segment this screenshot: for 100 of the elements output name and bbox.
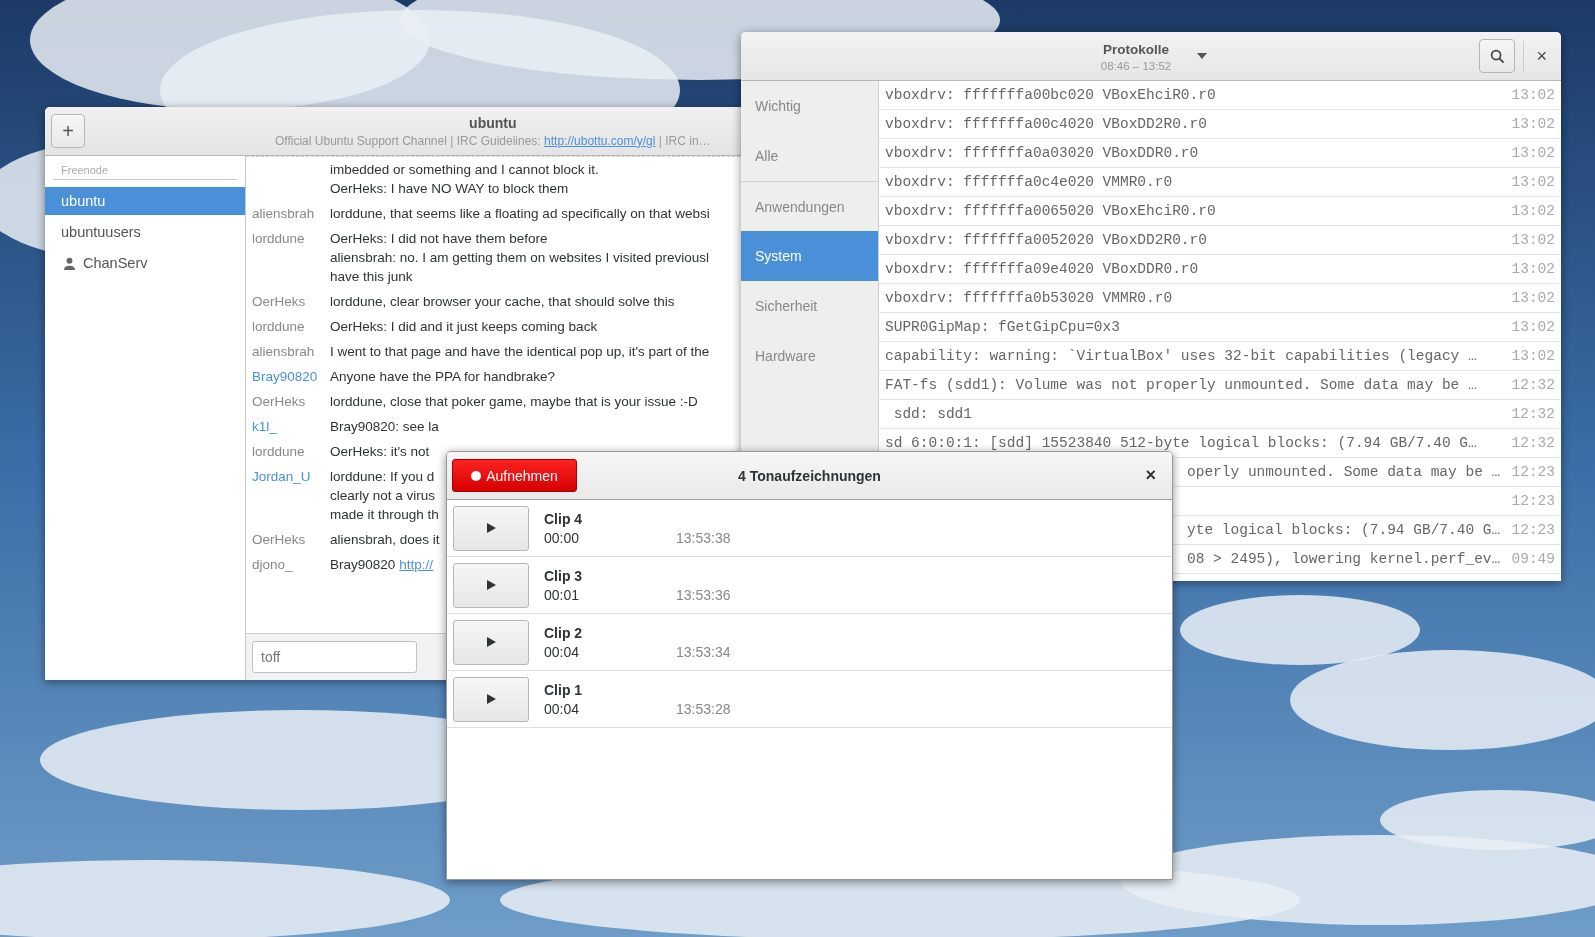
log-time: 13:02 <box>1511 319 1555 335</box>
log-time: 13:02 <box>1511 290 1555 306</box>
category-item[interactable]: Wichtig <box>741 81 878 131</box>
log-message: FAT-fs (sdd1): Volume was not properly unmounted. Some data may be … <box>885 377 1477 393</box>
window-title: Protokolle <box>1103 42 1169 57</box>
message-field[interactable]: toff <box>252 641 417 673</box>
play-icon <box>486 694 496 704</box>
nickname: lorddune <box>252 444 305 459</box>
play-button[interactable] <box>453 676 529 722</box>
log-message: SUPR0GipMap: fGetGipCpu=0x3 <box>885 319 1120 335</box>
category-item[interactable]: Hardware <box>741 331 878 381</box>
message-text: lorddune, that seems like a floating ad specifically on that websi <box>330 205 710 223</box>
window-title: ubuntu <box>469 114 517 131</box>
message-text: lorddune, close that poker game, maybe that is your issue :-D <box>330 393 698 411</box>
log-time: 13:02 <box>1511 348 1555 364</box>
clip-name: Clip 1 <box>544 681 584 698</box>
nickname: aliensbrah <box>252 344 315 359</box>
clip-duration: 00:04 <box>544 643 581 660</box>
log-time: 13:02 <box>1511 87 1555 103</box>
message-text: I went to that page and have the identical pop up, it's part of the <box>330 343 710 361</box>
nickname: OerHeks <box>252 294 306 309</box>
log-time: 13:02 <box>1511 203 1555 219</box>
clip-name: Clip 4 <box>544 510 584 527</box>
close-button[interactable]: × <box>1532 45 1551 67</box>
log-message: vboxdrv: fffffffa0052020 VBoxDD2R0.r0 <box>885 232 1207 248</box>
log-message: vboxdrv: fffffffa00c4020 VBoxDD2R0.r0 <box>885 116 1207 132</box>
log-message: vboxdrv: fffffffa09e4020 VBoxDDR0.r0 <box>885 261 1199 277</box>
nickname: k1l_ <box>252 419 277 434</box>
clip-time: 13:53:28 <box>676 700 731 717</box>
message-text: Bray90820: see la <box>330 418 439 436</box>
category-item[interactable]: Alle <box>741 131 878 181</box>
message-text: Bray90820 http:// <box>330 556 434 574</box>
message-text: OerHeks: I did not have them before <box>330 230 549 248</box>
message-text: OerHeks: I have NO WAY to block them <box>330 180 570 198</box>
log-message: capability: warning: `VirtualBox' uses 32-bit capabilities (legacy … <box>885 348 1477 364</box>
message-text: made it through th <box>330 506 439 524</box>
log-message: sd 6:0:0:1: [sdd] 15523840 512-byte logical blocks: (7.94 GB/7.40 G… <box>885 435 1477 451</box>
log-time: 12:23 <box>1511 493 1555 509</box>
log-message: sdd: sdd1 <box>892 406 972 422</box>
log-time: 13:02 <box>1511 116 1555 132</box>
nickname: Jordan_U <box>252 469 311 484</box>
log-time: 12:23 <box>1511 522 1555 538</box>
nickname: Bray90820 <box>252 369 318 384</box>
play-button[interactable] <box>453 562 529 608</box>
clip-time: 13:53:34 <box>676 643 731 660</box>
clip-name: Clip 2 <box>544 624 584 641</box>
message-text: aliensbrah: no. I am getting them on websites I visited previousl <box>330 249 709 267</box>
nickname: aliensbrah <box>252 206 315 221</box>
clip-time: 13:53:36 <box>676 586 731 603</box>
nickname: OerHeks <box>252 394 306 409</box>
nickname: djono_ <box>252 557 293 572</box>
log-message: vboxdrv: fffffffa0a03020 VBoxDDR0.r0 <box>885 145 1199 161</box>
clip-duration: 00:04 <box>544 700 581 717</box>
log-time: 12:23 <box>1511 464 1555 480</box>
play-button[interactable] <box>453 619 529 665</box>
link[interactable]: http://ubottu.com/y/gl <box>544 133 656 148</box>
channel-item[interactable]: ubuntu <box>45 187 245 215</box>
message-text: OerHeks: it's not <box>330 443 430 461</box>
log-time: 12:32 <box>1511 377 1555 393</box>
clip-duration: 00:00 <box>544 529 581 546</box>
message-text: imbedded or something and I cannot block it. <box>330 161 599 179</box>
channel-item[interactable]: ubuntuusers <box>45 218 245 246</box>
log-message: yte logical blocks: (7.94 GB/7.40 G… <box>1187 522 1501 538</box>
search-button[interactable] <box>1479 39 1516 73</box>
log-message: vboxdrv: fffffffa0c4e020 VMMR0.r0 <box>885 174 1173 190</box>
link[interactable]: http:// <box>399 557 434 572</box>
play-button[interactable] <box>453 505 529 551</box>
window-title: 4 Tonaufzeichnungen <box>738 467 881 484</box>
log-time: 13:02 <box>1511 261 1555 277</box>
message-text: have this junk <box>330 268 414 286</box>
log-time: 12:32 <box>1511 435 1555 451</box>
close-button[interactable]: × <box>1141 465 1160 486</box>
clip-time: 13:53:38 <box>676 529 731 546</box>
nickname: lorddune <box>252 231 305 246</box>
message-text: lorddune: If you d <box>330 468 436 486</box>
message-text: OerHeks: I did and it just keeps coming back <box>330 318 598 336</box>
channel-topic: Official Ubuntu Support Channel | IRC Guidelines: http://ubottu.com/y/gl | IRC in… <box>275 133 711 148</box>
log-time: 12:32 <box>1511 406 1555 422</box>
caret-icon[interactable] <box>1197 53 1207 59</box>
clip-name: Clip 3 <box>544 567 584 584</box>
log-time: 13:02 <box>1511 232 1555 248</box>
channel-item[interactable]: ChanServ <box>45 249 245 277</box>
log-time: 09:49 <box>1511 551 1555 567</box>
person-icon <box>64 256 75 270</box>
play-icon <box>486 637 496 647</box>
category-item[interactable]: System <box>741 231 878 281</box>
record-button[interactable]: Aufnehmen <box>452 459 577 492</box>
message-text: aliensbrah, does it <box>330 531 440 549</box>
message-text: Anyone have the PPA for handbrake? <box>330 368 555 386</box>
network-label: Freenode <box>53 164 237 180</box>
clip-duration: 00:01 <box>544 586 581 603</box>
category-item[interactable]: Sicherheit <box>741 281 878 331</box>
add-button[interactable]: + <box>51 114 85 148</box>
message-text: clearly not a virus <box>330 487 437 505</box>
log-message: vboxdrv: fffffffa0065020 VBoxEhciR0.r0 <box>885 203 1216 219</box>
log-time: 13:02 <box>1511 174 1555 190</box>
log-message: operly unmounted. Some data may be … <box>1187 464 1501 480</box>
message-text: lorddune, clear browser your cache, that should solve this <box>330 293 675 311</box>
nickname: OerHeks <box>252 532 306 547</box>
play-icon <box>486 523 496 533</box>
